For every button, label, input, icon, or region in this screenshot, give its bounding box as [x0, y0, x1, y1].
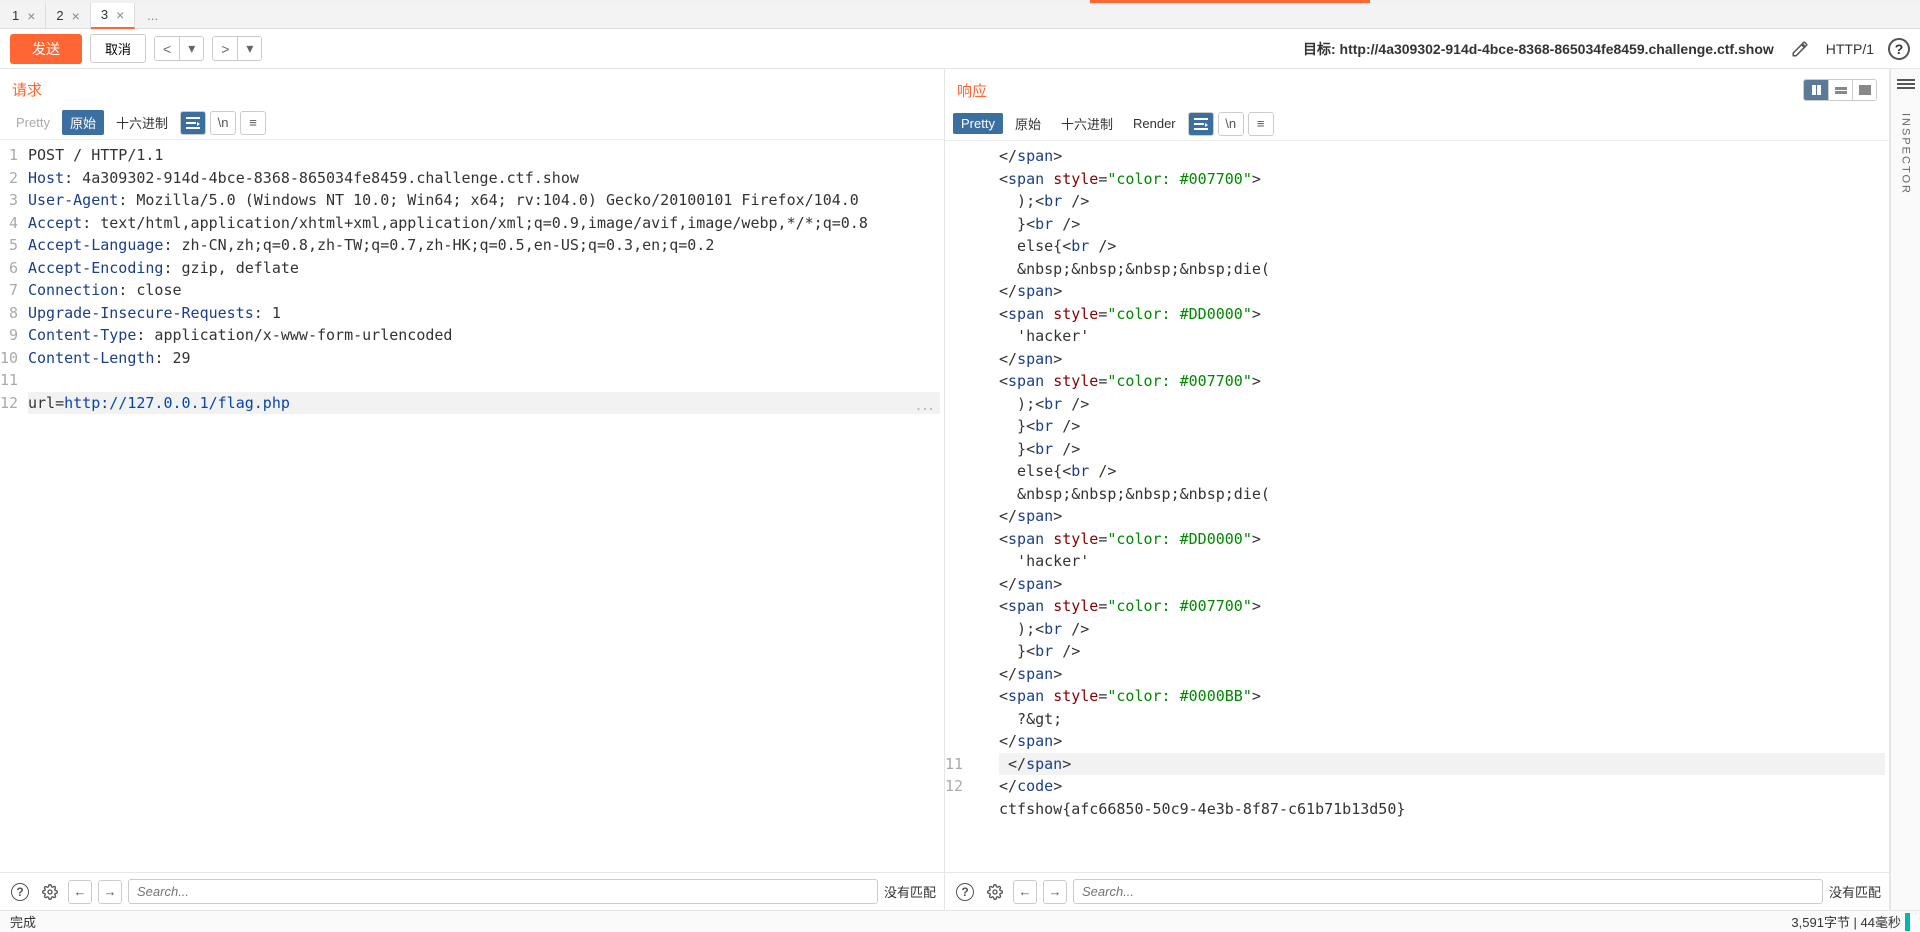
close-icon[interactable]: × — [72, 8, 80, 24]
request-no-match: 没有匹配 — [884, 882, 936, 901]
request-editor[interactable]: 123456789101112 POST / HTTP/1.1Host: 4a3… — [0, 140, 944, 872]
search-prev-icon[interactable]: ← — [68, 880, 92, 904]
fmt-pretty[interactable]: Pretty — [953, 113, 1003, 134]
gear-icon[interactable] — [38, 880, 62, 904]
tabs-bar: 1× 2× 3× ... — [0, 3, 1920, 29]
fmt-raw[interactable]: 原始 — [1007, 111, 1049, 136]
menu-icon[interactable]: ≡ — [240, 111, 266, 135]
fmt-raw[interactable]: 原始 — [62, 110, 104, 135]
gear-icon[interactable] — [983, 880, 1007, 904]
target-label: 目标: http://4a309302-914d-4bce-8368-86503… — [1303, 39, 1774, 59]
status-right: 3,591字节 | 44毫秒 — [1791, 912, 1901, 931]
fmt-hex[interactable]: 十六进制 — [1053, 111, 1121, 136]
beautify-icon[interactable] — [180, 111, 206, 135]
history-forward-button[interactable]: > — [213, 37, 237, 60]
close-icon[interactable]: × — [116, 7, 124, 23]
tab-more[interactable]: ... — [135, 8, 170, 23]
wrap-icon[interactable]: \n — [1218, 112, 1244, 136]
response-no-match: 没有匹配 — [1829, 882, 1881, 901]
edit-target-icon[interactable] — [1788, 37, 1812, 61]
fmt-pretty[interactable]: Pretty — [8, 112, 58, 133]
beautify-icon[interactable] — [1188, 112, 1214, 136]
close-icon[interactable]: × — [27, 8, 35, 24]
response-pane: 响应 Pretty 原始 十六进制 Render \n ≡ 1112 </spa… — [945, 69, 1890, 910]
request-pane: 请求 Pretty 原始 十六进制 \n ≡ 123456789101112 P… — [0, 69, 945, 910]
send-button[interactable]: 发送 — [10, 34, 82, 64]
tab-1[interactable]: 1× — [2, 3, 46, 29]
tab-3[interactable]: 3× — [91, 3, 135, 29]
view-stack-icon[interactable] — [1828, 80, 1852, 100]
inspector-label: INSPECTOR — [1900, 113, 1912, 195]
view-single-icon[interactable] — [1852, 80, 1876, 100]
request-search-input[interactable] — [128, 879, 878, 904]
status-left: 完成 — [10, 912, 36, 931]
toolbar: 发送 取消 < ▾ > ▾ 目标: http://4a309302-914d-4… — [0, 29, 1920, 69]
search-next-icon[interactable]: → — [98, 880, 122, 904]
cancel-button[interactable]: 取消 — [90, 34, 146, 63]
view-split-icon[interactable] — [1804, 80, 1828, 100]
search-next-icon[interactable]: → — [1043, 880, 1067, 904]
search-prev-icon[interactable]: ← — [1013, 880, 1037, 904]
help-icon[interactable]: ? — [953, 880, 977, 904]
inspector-toggle-icon[interactable] — [1897, 79, 1915, 93]
top-indicator — [0, 0, 1920, 3]
wrap-icon[interactable]: \n — [210, 111, 236, 135]
http-version[interactable]: HTTP/1 — [1826, 41, 1874, 57]
history-back-button[interactable]: < — [155, 37, 179, 60]
inspector-rail: INSPECTOR — [1890, 69, 1920, 910]
response-title: 响应 — [957, 80, 987, 101]
more-icon[interactable]: ⋮ — [911, 400, 938, 418]
help-icon[interactable]: ? — [1888, 38, 1910, 60]
status-bar: 完成 3,591字节 | 44毫秒 — [0, 910, 1920, 932]
menu-icon[interactable]: ≡ — [1248, 112, 1274, 136]
history-dropdown-button[interactable]: ▾ — [179, 37, 203, 60]
fmt-hex[interactable]: 十六进制 — [108, 110, 176, 135]
request-title: 请求 — [12, 79, 42, 100]
fmt-render[interactable]: Render — [1125, 113, 1184, 134]
resize-handle[interactable] — [1905, 913, 1910, 931]
help-icon[interactable]: ? — [8, 880, 32, 904]
tab-2[interactable]: 2× — [46, 3, 90, 29]
response-editor[interactable]: 1112 </span><span style="color: #007700"… — [945, 141, 1889, 872]
history-forward-dropdown-button[interactable]: ▾ — [237, 37, 261, 60]
response-search-input[interactable] — [1073, 879, 1823, 904]
